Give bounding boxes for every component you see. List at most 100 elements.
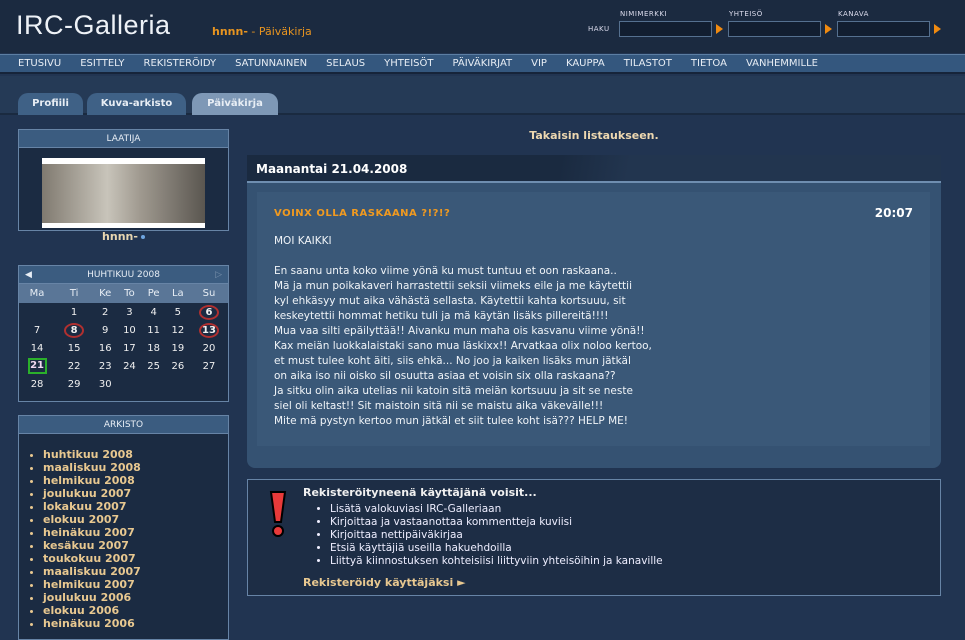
back-to-list-link[interactable]: Takaisin listaukseen. (247, 129, 941, 142)
calendar-day: 16 (93, 339, 117, 357)
calendar-header: ◀ HUHTIKUU 2008 ▷ (19, 266, 228, 284)
user-link[interactable]: hnnn- (212, 25, 248, 38)
calendar-day-number: 3 (126, 306, 133, 318)
calendar-day-number[interactable]: 21 (27, 358, 47, 374)
archive-heading: ARKISTO (19, 416, 228, 434)
calendar-day-number: 29 (67, 378, 81, 390)
calendar-day-number: 28 (30, 378, 44, 390)
calendar-day[interactable]: 8 (55, 321, 93, 339)
author-photo[interactable] (42, 158, 205, 228)
archive-link[interactable]: kesäkuu 2007 (43, 539, 228, 552)
calendar-day-number: 25 (147, 360, 160, 372)
calendar-day-number: 9 (102, 324, 109, 336)
calendar-day: 28 (19, 375, 55, 393)
entry-title: VOINX OLLA RASKAANA ?!?!? (274, 208, 451, 219)
channel-label: KANAVA (838, 10, 869, 18)
online-status-icon (140, 235, 145, 239)
calendar: ◀ HUHTIKUU 2008 ▷ Ma Ti Ke To Pe La Su 1 2 3 4 5 6 7 8… (18, 265, 229, 402)
archive-link[interactable]: joulukuu 2006 (43, 591, 228, 604)
calendar-day: 26 (166, 357, 190, 375)
weekday-header: Ke (93, 284, 118, 303)
calendar-day: 22 (55, 357, 93, 375)
nav-item-satunnainen[interactable]: SATUNNAINEN (235, 55, 307, 72)
logo[interactable]: IRC-Galleria (16, 10, 171, 41)
tab-kuva-arkisto[interactable]: Kuva-arkisto (87, 93, 186, 115)
nav-item-vanhemmille[interactable]: VANHEMMILLE (746, 55, 818, 72)
calendar-day-number: 24 (123, 360, 136, 372)
channel-search-go-icon[interactable] (934, 24, 941, 34)
archive-link[interactable]: heinäkuu 2006 (43, 617, 228, 630)
benefit-item: Kirjoittaa nettipäiväkirjaa (330, 529, 663, 542)
nav-item-rekisteröidy[interactable]: REKISTERÖIDY (144, 55, 217, 72)
archive-link[interactable]: elokuu 2006 (43, 604, 228, 617)
main-nav: ETUSIVU ESITTELY REKISTERÖIDY SATUNNAINEN SE… (0, 54, 965, 74)
calendar-day-number[interactable]: 13 (198, 322, 219, 338)
entry-body: MOI KAIKKI En saanu unta koko viime yönä… (274, 235, 652, 427)
archive-link[interactable]: lokakuu 2007 (43, 500, 228, 513)
calendar-day[interactable]: 13 (190, 321, 228, 339)
prev-month-icon[interactable]: ◀ (25, 266, 32, 284)
calendar-day-number: 17 (123, 342, 136, 354)
next-month-icon[interactable]: ▷ (215, 266, 222, 284)
channel-search-input[interactable] (837, 21, 930, 37)
archive-link[interactable]: helmikuu 2008 (43, 474, 228, 487)
community-label: YHTEISÖ (729, 10, 763, 18)
calendar-day: 9 (93, 321, 117, 339)
author-name[interactable]: hnnn- (19, 230, 228, 243)
calendar-day: 30 (93, 375, 117, 393)
archive-list: huhtikuu 2008maaliskuu 2008helmikuu 2008… (19, 434, 228, 630)
calendar-title: HUHTIKUU 2008 (87, 270, 160, 280)
calendar-day: 10 (117, 321, 141, 339)
calendar-day-number: 20 (202, 342, 216, 354)
archive-link[interactable]: elokuu 2007 (43, 513, 228, 526)
calendar-empty (142, 375, 166, 393)
nav-item-tietoa[interactable]: TIETOA (691, 55, 727, 72)
calendar-day-number[interactable]: 6 (198, 304, 219, 320)
author-name-text[interactable]: hnnn- (102, 230, 138, 243)
archive-link[interactable]: heinäkuu 2007 (43, 526, 228, 539)
community-search-input[interactable] (728, 21, 821, 37)
weekday-header: Su (189, 284, 228, 303)
calendar-day: 19 (166, 339, 190, 357)
register-promo: Rekisteröityneenä käyttäjänä voisit... L… (247, 479, 941, 596)
nickname-search-go-icon[interactable] (716, 24, 723, 34)
archive-link[interactable]: maaliskuu 2008 (43, 461, 228, 474)
calendar-day: 3 (117, 303, 141, 321)
benefit-item: Liittyä kiinnostuksen kohteisiisi liitty… (330, 555, 663, 568)
calendar-day: 5 (166, 303, 190, 321)
calendar-day: 17 (117, 339, 141, 357)
calendar-day: 14 (19, 339, 55, 357)
archive-link[interactable]: huhtikuu 2008 (43, 448, 228, 461)
nav-item-tilastot[interactable]: TILASTOT (624, 55, 672, 72)
calendar-day-number: 14 (30, 342, 44, 354)
nav-item-vip[interactable]: VIP (531, 55, 547, 72)
tab-profiili[interactable]: Profiili (18, 93, 83, 115)
archive-link[interactable]: toukokuu 2007 (43, 552, 228, 565)
archive-link[interactable]: maaliskuu 2007 (43, 565, 228, 578)
register-benefits-list: Lisätä valokuviasi IRC-GalleriaanKirjoit… (330, 503, 663, 568)
nav-item-päiväkirjat[interactable]: PÄIVÄKIRJAT (453, 55, 513, 72)
weekday-header: Ma (19, 284, 56, 303)
day-header: Maanantai 21.04.2008 (247, 155, 941, 183)
nickname-search-input[interactable] (619, 21, 712, 37)
community-search-go-icon[interactable] (825, 24, 832, 34)
register-link[interactable]: Rekisteröidy käyttäjäksi ► (303, 576, 466, 589)
calendar-day-number: 16 (98, 342, 112, 354)
nav-item-etusivu[interactable]: ETUSIVU (18, 55, 61, 72)
archive-link[interactable]: helmikuu 2007 (43, 578, 228, 591)
calendar-day: 12 (166, 321, 190, 339)
tab-paivakirja[interactable]: Päiväkirja (192, 93, 278, 115)
nav-item-esittely[interactable]: ESITTELY (80, 55, 124, 72)
nickname-label: NIMIMERKKI (620, 10, 667, 18)
calendar-day: 20 (190, 339, 228, 357)
calendar-day[interactable]: 21 (19, 357, 55, 375)
calendar-day-number[interactable]: 8 (64, 322, 85, 338)
diary-entry: VOINX OLLA RASKAANA ?!?!? 20:07 MOI KAIK… (247, 183, 941, 468)
archive-link[interactable]: joulukuu 2007 (43, 487, 228, 500)
nav-item-selaus[interactable]: SELAUS (326, 55, 365, 72)
calendar-empty (117, 375, 141, 393)
author-heading: LAATIJA (19, 130, 228, 148)
nav-item-kauppa[interactable]: KAUPPA (566, 55, 605, 72)
calendar-day[interactable]: 6 (190, 303, 228, 321)
nav-item-yhteisöt[interactable]: YHTEISÖT (384, 55, 433, 72)
